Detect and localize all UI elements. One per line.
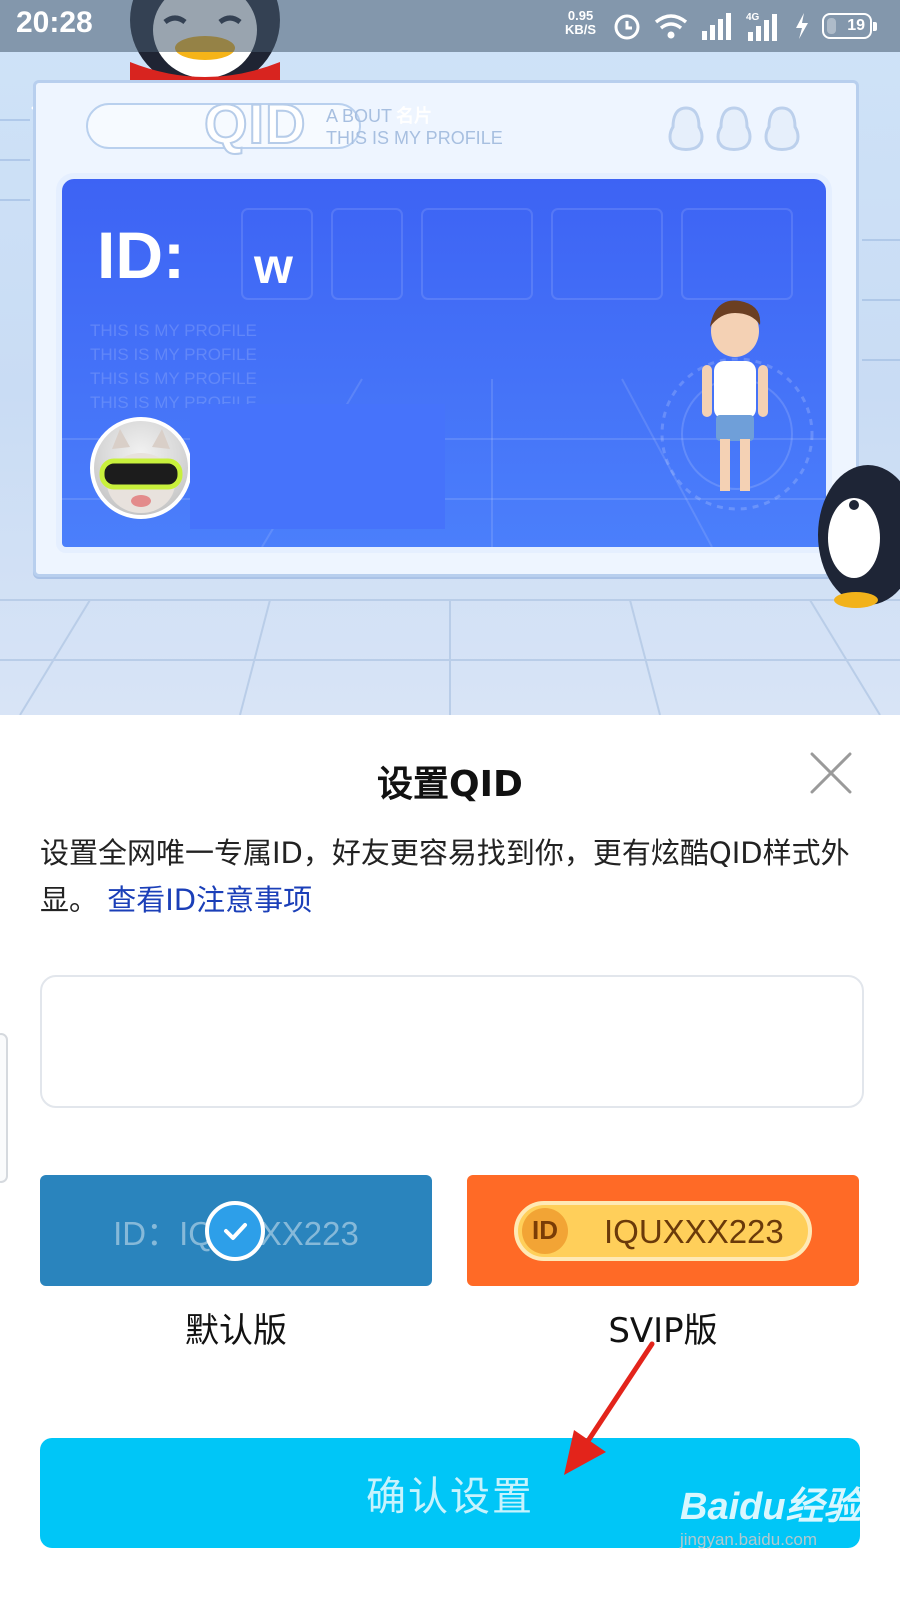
signal-icon (702, 13, 731, 40)
style-option-default[interactable]: ID：IQUXXX223 (40, 1175, 432, 1286)
card-id-label: ID: (97, 218, 185, 292)
status-bar: 20:28 0.95 KB/S 4G 19 (0, 0, 900, 52)
watermark-sub: jingyan.baidu.com (680, 1530, 818, 1549)
svip-preview-pill: ID IQUXXX223 (514, 1200, 812, 1261)
penguin-mascot-icon (818, 465, 900, 608)
page-title: 名片 (396, 106, 433, 126)
card-profile-line: THIS IS MY PROFILE (90, 345, 257, 364)
network-speed-value: 0.95 (567, 8, 594, 23)
card-header-title: QID (203, 91, 307, 156)
avatar[interactable] (90, 417, 192, 519)
wifi-icon (654, 14, 688, 39)
alarm-icon (614, 14, 640, 40)
penguin-outline-icon (764, 106, 800, 151)
penguin-outline-icon (716, 106, 752, 151)
card-header-sub-line1: A BOUT (326, 106, 393, 126)
selected-check-icon (205, 1201, 265, 1261)
battery-tip (873, 22, 877, 31)
sheet-title: 设置QID (377, 764, 523, 805)
default-option-caption: 默认版 (185, 1311, 287, 1351)
edge-handle[interactable] (0, 1033, 8, 1183)
card-profile-line: THIS IS MY PROFILE (90, 369, 257, 388)
status-time: 20:28 (16, 6, 93, 39)
close-icon[interactable] (808, 750, 854, 796)
watermark-main: Baidu经验 (680, 1486, 862, 1528)
battery-indicator: 19 (822, 13, 877, 39)
baidu-watermark: Baidu经验 jingyan.baidu.com (680, 1475, 862, 1550)
charging-icon (796, 13, 808, 39)
card-id-panel: ID: w THIS IS MY PROFILE THIS IS MY PROF… (56, 173, 832, 553)
red-arrow-annotation-icon (564, 1341, 655, 1475)
battery-level: 19 (847, 17, 865, 34)
qid-card-scene: 20:28 0.95 KB/S 4G 19 QID A BOUT 名片 THIS… (0, 0, 900, 715)
network-speed-unit: KB/S (565, 22, 597, 37)
card-penguin-icons (667, 105, 801, 153)
card-id-value: w (254, 238, 293, 294)
qid-input[interactable] (40, 975, 864, 1108)
status-icons: 4G 19 (612, 8, 877, 44)
penguin-outline-icon (668, 106, 704, 151)
card-profile-line: THIS IS MY PROFILE (90, 321, 257, 340)
avatar-figure-icon (702, 300, 768, 491)
network-speed: 0.95 KB/S (565, 9, 596, 37)
signal-4g-icon: 4G (746, 12, 777, 41)
sheet-description: 设置全网唯一专属ID，好友更容易找到你，更有炫酷QID样式外显。 查看ID注意事… (40, 830, 870, 924)
svip-id-badge-icon: ID (522, 1207, 568, 1254)
avatar-dog-image (99, 429, 183, 513)
card-header-sub-line2: THIS IS MY PROFILE (326, 128, 503, 148)
qid-card: QID A BOUT 名片 THIS IS MY PROFILE ID: w T… (33, 80, 859, 577)
id-notice-link[interactable]: 查看ID注意事项 (107, 883, 312, 917)
style-option-svip[interactable]: ID IQUXXX223 (467, 1175, 859, 1286)
svip-preview-text: IQUXXX223 (604, 1212, 784, 1250)
set-qid-sheet: 设置QID 设置全网唯一专属ID，好友更容易找到你，更有炫酷QID样式外显。 查… (0, 715, 900, 1600)
nickname-redacted (190, 404, 445, 529)
confirm-button-label: 确认设置 (366, 1474, 534, 1520)
network-type-label: 4G (746, 12, 760, 23)
card-profile-watermark: THIS IS MY PROFILE THIS IS MY PROFILE TH… (90, 319, 257, 415)
card-header-subtitle: A BOUT 名片 THIS IS MY PROFILE (326, 105, 503, 149)
battery-level-fill (827, 18, 836, 34)
